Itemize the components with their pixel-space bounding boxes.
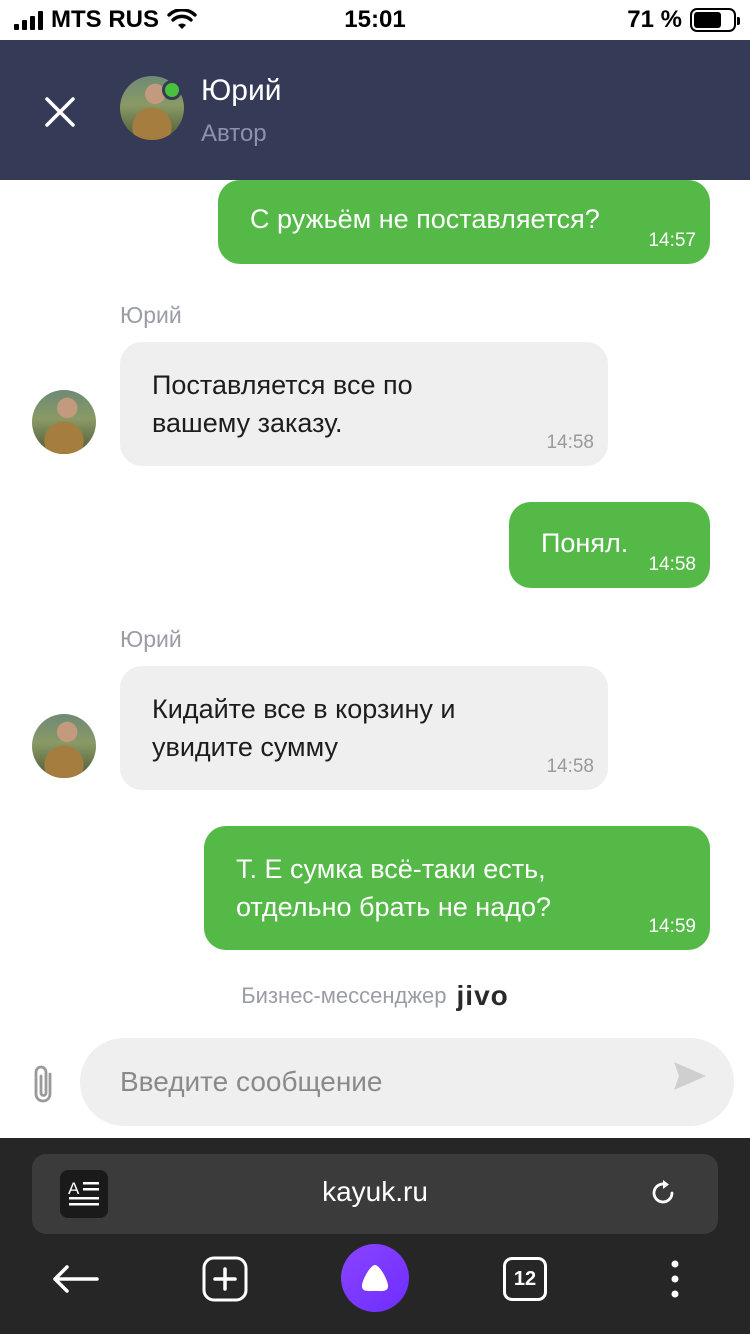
close-icon [45, 97, 75, 127]
message-time: 14:58 [546, 432, 594, 453]
message-text-line: Поставляется все по [152, 370, 413, 400]
message-time: 14:57 [648, 230, 696, 251]
chat-header: Юрий Автор [0, 40, 750, 180]
more-menu-button[interactable] [640, 1244, 710, 1314]
battery-icon [690, 8, 740, 32]
message-composer [0, 1032, 750, 1138]
agent-role: Автор [201, 120, 267, 147]
incoming-message: Кидайте все в корзину и увидите сумму 14… [120, 666, 608, 790]
status-bar: MTS RUS 15:01 71 % [0, 0, 750, 40]
tabs-count: 12 [503, 1257, 547, 1301]
message-text-line: Т. Е сумка всё-таки есть, [236, 854, 546, 884]
browser-nav: 12 [0, 1244, 750, 1334]
message-list: С ружьём не поставляется? 14:57 Юрий Пос… [0, 180, 750, 1032]
assistant-icon [361, 1265, 389, 1292]
address-bar[interactable]: A kayuk.ru [32, 1154, 718, 1234]
sender-name: Юрий [120, 626, 182, 652]
sender-avatar [32, 714, 96, 778]
powered-by-label: Бизнес-мессенджер [241, 983, 447, 1008]
online-status-indicator [162, 80, 182, 100]
message-time: 14:58 [546, 756, 594, 777]
message-time: 14:58 [648, 554, 696, 575]
incoming-message: Поставляется все по вашему заказу. 14:58 [120, 342, 608, 466]
browser-toolbar: A kayuk.ru 12 [0, 1138, 750, 1334]
send-button[interactable] [672, 1060, 712, 1100]
message-text: С ружьём не поставляется? [250, 204, 600, 234]
message-input[interactable] [80, 1038, 734, 1126]
sender-avatar [32, 390, 96, 454]
more-vertical-icon [671, 1260, 679, 1298]
voice-assistant-button[interactable] [341, 1244, 409, 1312]
battery-group: 71 % [627, 6, 740, 34]
message-text-line: Кидайте все в корзину и [152, 694, 456, 724]
outgoing-message: Т. Е сумка всё-таки есть, отдельно брать… [204, 826, 710, 950]
agent-name: Юрий [201, 74, 282, 107]
powered-by: Бизнес-мессенджер jivo [0, 980, 750, 1012]
outgoing-message: С ружьём не поставляется? 14:57 [218, 180, 710, 264]
sender-name: Юрий [120, 302, 182, 328]
message-text-line: увидите сумму [152, 732, 338, 762]
jivo-logo[interactable]: jivo [457, 980, 509, 1012]
close-button[interactable] [34, 86, 86, 138]
message-text: Понял. [541, 528, 629, 558]
new-tab-button[interactable] [190, 1244, 260, 1314]
message-text-line: вашему заказу. [152, 408, 343, 438]
reload-button[interactable] [648, 1178, 678, 1208]
outgoing-message: Понял. 14:58 [509, 502, 710, 588]
battery-fill [694, 12, 721, 28]
plus-square-icon [202, 1256, 248, 1302]
tabs-button[interactable]: 12 [490, 1244, 560, 1314]
attach-button[interactable] [24, 1062, 64, 1108]
url-text[interactable]: kayuk.ru [32, 1176, 718, 1208]
message-time: 14:59 [648, 916, 696, 937]
send-icon [674, 1062, 706, 1090]
battery-percent: 71 % [627, 6, 682, 33]
back-button[interactable] [40, 1244, 110, 1314]
reload-icon [652, 1180, 674, 1204]
message-text-line: отдельно брать не надо? [236, 892, 551, 922]
paperclip-icon [34, 1065, 52, 1103]
arrow-left-icon [53, 1265, 99, 1293]
